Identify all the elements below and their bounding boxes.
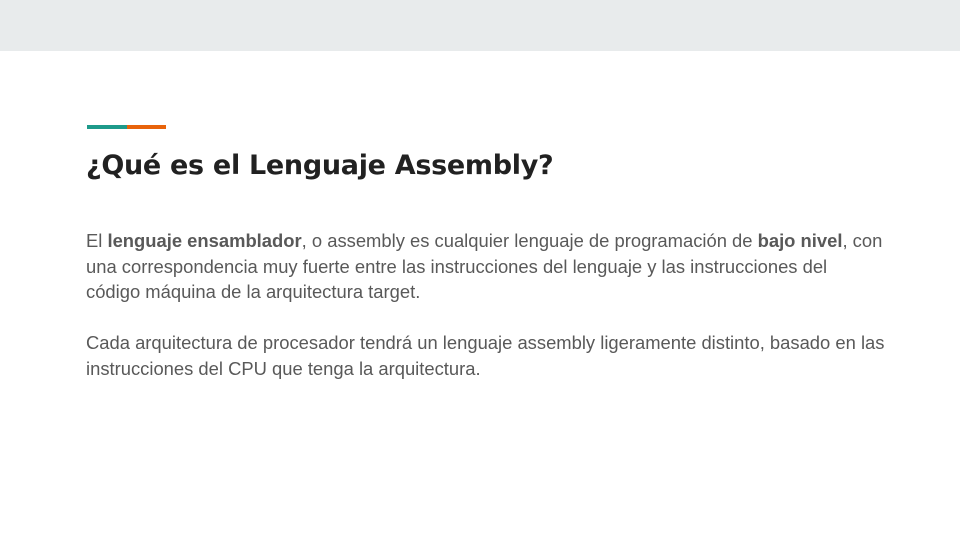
body-paragraph-architecture: Cada arquitectura de procesador tendrá u… [86, 332, 885, 379]
paragraph-text: El [86, 230, 108, 251]
paragraph-text: , o assembly es cualquier lenguaje de pr… [301, 230, 758, 251]
slide-header-band [0, 0, 960, 51]
body-paragraph-definition: El lenguaje ensamblador, o assembly es c… [86, 228, 886, 305]
accent-bar-teal [87, 125, 127, 129]
accent-bar-orange [127, 125, 166, 129]
slide-title: ¿Qué es el Lenguaje Assembly? [86, 150, 554, 181]
bold-term-bajo-nivel: bajo nivel [757, 230, 843, 251]
bold-term-lenguaje-ensamblador: lenguaje ensamblador [107, 230, 302, 251]
